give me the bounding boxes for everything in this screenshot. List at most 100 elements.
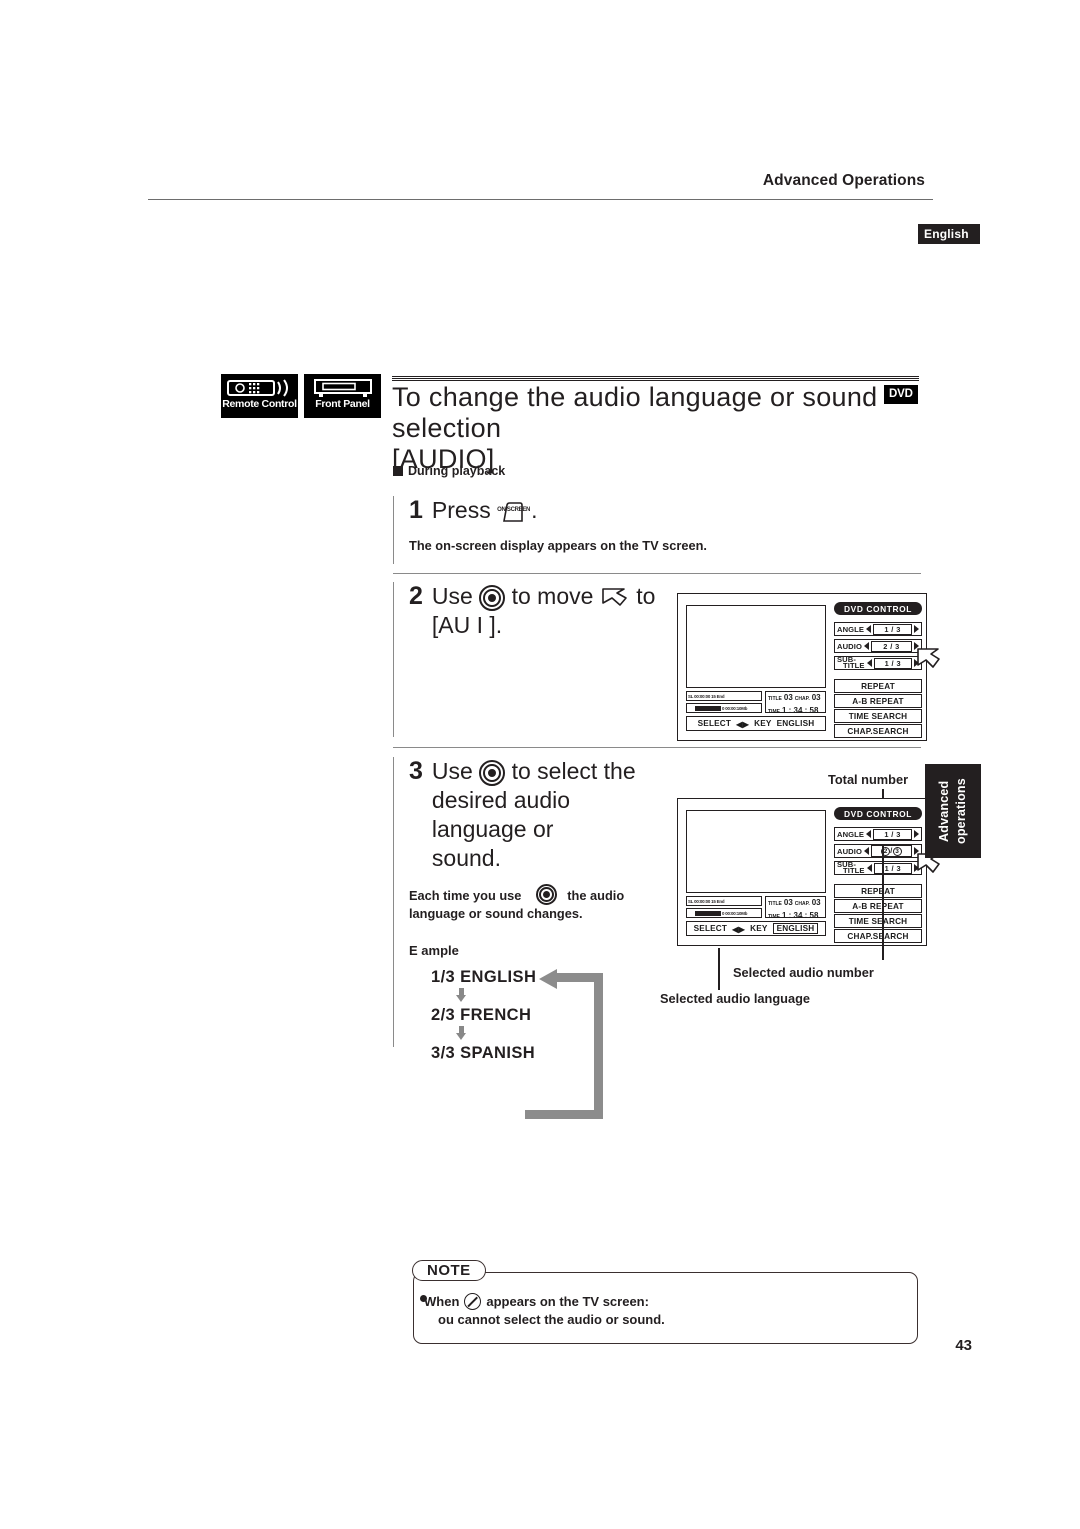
remote-control-badge-label: Remote Control [222, 398, 297, 410]
callout-selected-audio-number: Selected audio number [733, 965, 874, 980]
playback-info-box: TITLE 03 CHAP. 03 TIME 1 : 34 : 58 [765, 691, 826, 715]
dvd-control-header: DVD CONTROL [834, 807, 922, 820]
osd-row-audio[interactable]: AUDIO 2 / 3 [834, 639, 922, 653]
osd-preview-area: SL 00:00:00 15 End 0 00:00:10Mb TITLE 03… [684, 805, 830, 941]
step-3-instruction: Use to select the desired audio language… [432, 757, 671, 873]
chapter-search-button[interactable]: CHAP.SEARCH [834, 724, 922, 738]
remote-control-icon [226, 377, 293, 399]
step-1-text-before: Press [431, 497, 491, 523]
front-panel-badge: Front Panel [304, 374, 381, 418]
time-value: 1 : 34 : 58 [781, 706, 819, 715]
note-text-after: appears on the TV screen: [486, 1294, 649, 1309]
disc-progress-bar-bottom: 0 00:00:10Mb [686, 703, 762, 713]
time-search-button[interactable]: TIME SEARCH [834, 914, 922, 928]
title-rule-upper [392, 376, 919, 379]
on-screen-key-caption: ON SCREEN [497, 507, 531, 513]
step-2-number: 2 [409, 582, 423, 610]
subtitle-value: 1 / 3 [873, 657, 912, 669]
step-1-number: 1 [409, 496, 423, 524]
step-3-note-b: the audio [567, 888, 625, 903]
chapter-search-button[interactable]: CHAP.SEARCH [834, 929, 922, 943]
repeat-button[interactable]: REPEAT [834, 884, 922, 898]
note-text-before: When [424, 1294, 460, 1309]
title-label: TITLE [768, 696, 782, 702]
title-label: TITLE [768, 901, 782, 907]
device-badge-row: Remote Control Front Panel [221, 374, 381, 418]
joystick-icon [479, 760, 506, 786]
side-tab-line2: operations [954, 778, 968, 844]
prohibited-icon [464, 1293, 482, 1310]
time-value: 1 : 34 : 58 [781, 911, 819, 920]
key-label: KEY [750, 924, 768, 933]
next-arrow-icon[interactable] [914, 625, 919, 633]
time-search-button[interactable]: TIME SEARCH [834, 709, 922, 723]
audio-value: 2/3 [870, 845, 912, 857]
cursor-arrow-icon [916, 646, 942, 670]
disc-progress-bar-top: SL 00:00:00 15 End [686, 896, 762, 906]
angle-label: ANGLE [837, 624, 865, 634]
step-3-line2: desired audio language or [431, 787, 571, 842]
example-label: E ample [409, 943, 459, 958]
angle-value: 1 / 3 [873, 828, 912, 840]
step-2-heading: 2 Use to move to [AU I ]. [409, 582, 671, 640]
joystick-icon [479, 585, 506, 611]
osd-row-subtitle[interactable]: SUB- TITLE 1 / 3 [834, 655, 922, 670]
step-divider-1 [393, 573, 921, 574]
cursor-arrow-icon [600, 585, 630, 609]
selected-audio-language-leader [718, 948, 720, 990]
left-right-arrows-icon: ◀▶ [736, 719, 750, 729]
total-audio-number: 3 [892, 847, 902, 856]
osd-row-audio[interactable]: AUDIO 2/3 [834, 844, 922, 858]
ab-repeat-button[interactable]: A-B REPEAT [834, 694, 922, 708]
prev-arrow-icon[interactable] [866, 830, 872, 838]
osd-row-subtitle[interactable]: SUB- TITLE 1 / 3 [834, 860, 922, 875]
step-2-instruction: Use to move to [AU I ]. [432, 582, 655, 640]
prev-arrow-icon[interactable] [863, 847, 869, 855]
subtitle-value: 1 / 3 [873, 862, 912, 874]
audio-value: 2 / 3 [870, 640, 912, 652]
angle-value: 1 / 3 [873, 623, 912, 635]
callout-selected-audio-language: Selected audio language [660, 991, 811, 1006]
loop-arrow-tail [525, 1110, 559, 1119]
select-key-bar: SELECT ◀▶ KEY ENGLISH [686, 921, 826, 936]
select-label: SELECT [693, 924, 728, 933]
note-line-2: ou cannot select the audio or sound. [438, 1312, 665, 1327]
language-tab-label: English [924, 227, 969, 241]
prev-arrow-icon[interactable] [863, 642, 869, 650]
playback-info-box: TITLE 03 CHAP. 03 TIME 1 : 34 : 58 [765, 896, 826, 920]
osd-panel-step3: SL 00:00:00 15 End 0 00:00:10Mb TITLE 03… [677, 798, 940, 946]
title-value: 03 [783, 693, 793, 702]
audio-label: AUDIO [837, 641, 862, 651]
repeat-button[interactable]: REPEAT [834, 679, 922, 693]
selected-language-value: ENGLISH [776, 719, 815, 728]
side-tab-line1: Advanced [937, 780, 951, 842]
step-3-heading: 3 Use to select the desired audio langua… [409, 757, 671, 873]
audio-label: AUDIO [837, 846, 862, 856]
left-right-arrows-icon: ◀▶ [732, 924, 746, 934]
progress-fill [695, 910, 721, 916]
disc-progress-bottom-label: 0 00:00:10Mb [722, 910, 748, 916]
next-arrow-icon[interactable] [914, 830, 919, 838]
chapter-label: CHAP. [794, 901, 810, 907]
loop-arrow-head-icon [539, 969, 557, 989]
osd-row-angle[interactable]: ANGLE 1 / 3 [834, 622, 922, 636]
subsection-heading-label: During playback [408, 464, 506, 478]
selected-audio-number-leader-upper [882, 845, 884, 960]
angle-label: ANGLE [837, 829, 865, 839]
prev-arrow-icon[interactable] [866, 625, 872, 633]
on-screen-key-icon: ON SCREEN [497, 500, 531, 530]
osd-row-angle[interactable]: ANGLE 1 / 3 [834, 827, 922, 841]
audio-cycle-diagram: 1/3 ENGLISH 2/3 FRENCH 3/3 SPANISH [409, 967, 629, 1119]
header-divider [148, 199, 933, 200]
ab-repeat-button[interactable]: A-B REPEAT [834, 899, 922, 913]
prev-arrow-icon[interactable] [866, 864, 872, 872]
step-2-text-c: to [636, 583, 656, 609]
prev-arrow-icon[interactable] [866, 659, 872, 667]
step-2-text-b: to move [511, 583, 594, 609]
square-bullet-icon [393, 466, 403, 476]
page-number: 43 [955, 1337, 972, 1354]
page-header: Advanced Operations [0, 0, 1080, 230]
step-3-text-a: Use [431, 758, 473, 784]
note-box: NOTE When appears on the TV screen: ou c… [412, 1260, 918, 1344]
progress-fill [695, 705, 721, 711]
